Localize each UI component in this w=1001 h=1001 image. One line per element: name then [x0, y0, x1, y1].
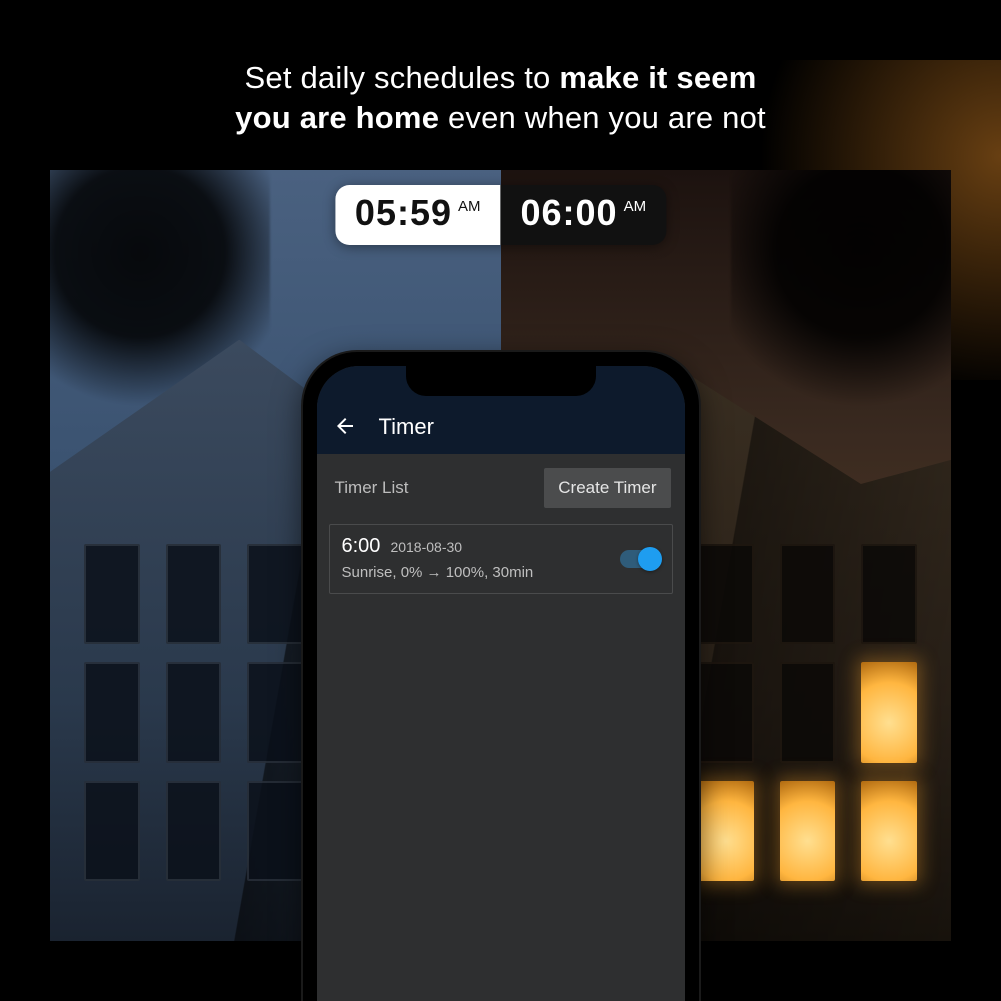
timer-list-label: Timer List [335, 478, 409, 498]
headline-bold1: make it seem [559, 60, 756, 95]
headline-bold2: you are home [235, 100, 439, 135]
toggle-knob [638, 547, 662, 571]
back-button[interactable] [331, 412, 359, 440]
timer-date: 2018-08-30 [390, 539, 462, 555]
timer-description: Sunrise, 0% → 100%, 30min [342, 564, 660, 581]
phone-notch [406, 366, 596, 396]
phone-screen: Timer Timer List Create Timer 6:00 2018-… [317, 366, 685, 1001]
time-after-badge: 06:00 AM [501, 185, 667, 245]
timer-list-item[interactable]: 6:00 2018-08-30 Sunrise, 0% → 100%, 30mi… [329, 524, 673, 594]
headline: Set daily schedules to make it seem you … [0, 58, 1001, 139]
headline-part4: even when you are not [439, 100, 766, 135]
tree-silhouette [731, 170, 951, 420]
timer-time: 6:00 [342, 535, 381, 558]
create-timer-button[interactable]: Create Timer [544, 468, 670, 508]
timer-enabled-toggle[interactable] [620, 550, 660, 568]
timer-list-header: Timer List Create Timer [317, 454, 685, 522]
time-after-value: 06:00 [521, 195, 618, 231]
arrow-left-icon [333, 414, 357, 438]
time-before-value: 05:59 [355, 195, 452, 231]
headline-part1: Set daily schedules to [245, 60, 560, 95]
time-before-ampm: AM [458, 198, 481, 215]
phone-mockup: Timer Timer List Create Timer 6:00 2018-… [303, 352, 699, 1001]
time-after-ampm: AM [624, 198, 647, 215]
time-badges: 05:59 AM 06:00 AM [335, 185, 666, 245]
time-before-badge: 05:59 AM [335, 185, 501, 245]
app-title: Timer [379, 414, 434, 440]
